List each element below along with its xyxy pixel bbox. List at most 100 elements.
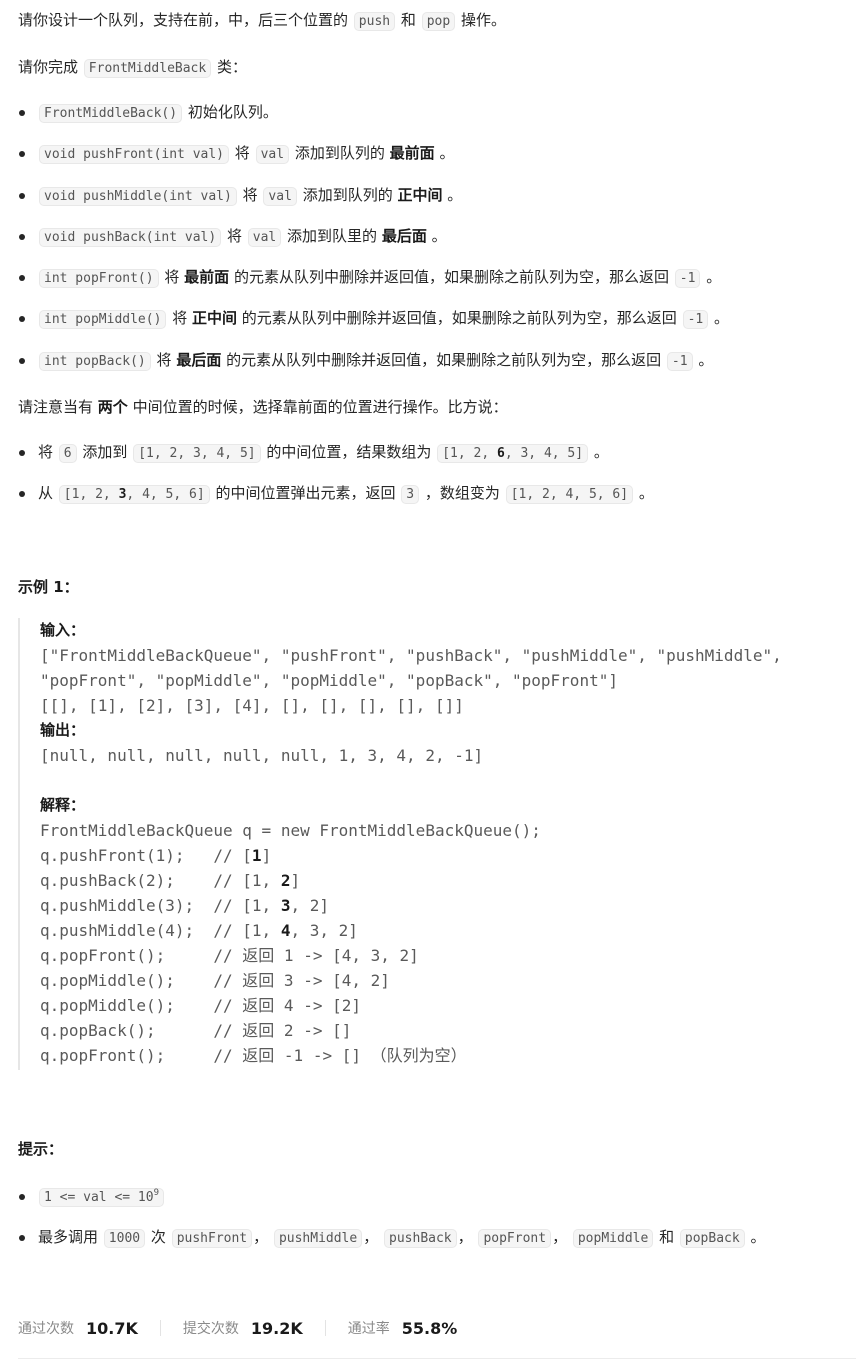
list-item: 最多调用 1000 次 pushFront， pushMiddle， pushB… — [18, 1225, 765, 1266]
list-item: 从 [1, 2, 3, 4, 5, 6] 的中间位置弹出元素，返回 3 ，数组变… — [18, 481, 654, 522]
explain-line: q.pushBack(2); // [1, 2] — [40, 868, 856, 893]
explain-line: q.popFront(); // 返回 -1 -> [] （队列为空） — [40, 1043, 856, 1068]
code-part: q.pushFront(1); // [ — [40, 846, 252, 865]
bold-text: 两个 — [97, 398, 128, 416]
explain-line: q.popMiddle(); // 返回 4 -> [2] — [40, 993, 856, 1018]
code-part: q.popMiddle(); // 返回 3 -> [4, 2] — [40, 971, 390, 990]
method-list: FrontMiddleBack() 初始化队列。 void pushFront(… — [18, 100, 729, 389]
code-part: q.popBack(); // 返回 2 -> [] — [40, 1021, 352, 1040]
list-item: void pushBack(int val) 将 val 添加到队里的 最后面 … — [18, 224, 729, 265]
method-desc: 初始化队列。 — [187, 103, 278, 121]
intro-text: 操作。 — [460, 11, 506, 29]
explain-line: FrontMiddleBackQueue q = new FrontMiddle… — [40, 818, 856, 843]
hint-text: 和 — [659, 1228, 675, 1247]
inline-code: popFront — [478, 1229, 552, 1249]
hint-text: ， — [457, 1228, 473, 1247]
stats-bar: 通过次数 10.7K 提交次数 19.2K 通过率 55.8% — [18, 1318, 457, 1338]
inline-code: int popBack() — [39, 351, 151, 371]
example-text: 添加到 — [82, 443, 128, 461]
method-text: 将 — [242, 185, 258, 204]
list-item: 1 <= val <= 109 — [18, 1184, 765, 1225]
method-text: 添加到队列的 — [294, 144, 385, 163]
accepted-value: 10.7K — [86, 1318, 138, 1338]
inline-code: pop — [421, 12, 456, 31]
code-part: q.pushMiddle(4); // [1, — [40, 921, 281, 940]
inline-code: -1 — [674, 269, 701, 289]
inline-code: pushFront — [171, 1229, 253, 1249]
explain-label: 解释： — [40, 796, 86, 814]
inline-code: int popMiddle() — [39, 310, 167, 330]
code-part: q.pushBack(2); // [1, — [40, 871, 281, 890]
explain-line: q.pushFront(1); // [1] — [40, 843, 856, 868]
example-text: 。 — [638, 484, 654, 503]
bold-code: 1 — [251, 846, 262, 865]
inline-code: 1 <= val <= 109 — [39, 1188, 164, 1207]
inline-code: FrontMiddleBack — [83, 59, 212, 78]
list-item: FrontMiddleBack() 初始化队列。 — [18, 100, 729, 141]
input-line: ["FrontMiddleBackQueue", "pushFront", "p… — [40, 646, 782, 665]
inline-code: int popFront() — [39, 269, 159, 289]
inline-code: void pushFront(int val) — [39, 145, 230, 165]
bold-text: 最前面 — [184, 268, 230, 287]
acceptance-rate-value: 55.8% — [401, 1318, 458, 1338]
inline-code: void pushMiddle(int val) — [39, 186, 237, 206]
method-text: 。 — [447, 185, 463, 204]
intro-paragraph: 请你设计一个队列，支持在前，中，后三个位置的 push 和 pop 操作。 — [18, 8, 506, 34]
inline-code: 6 — [58, 444, 77, 463]
input-label: 输入： — [40, 621, 86, 639]
accepted-label: 通过次数 — [18, 1321, 74, 1337]
bold-text: 正中间 — [397, 185, 443, 204]
method-text: 。 — [439, 144, 455, 163]
code-part: q.popFront(); // 返回 -1 -> [] （队列为空） — [40, 1046, 467, 1065]
method-text: 将 — [226, 226, 242, 245]
bold-code: 6 — [496, 446, 505, 461]
hint-text: ， — [363, 1228, 379, 1247]
output-line: [null, null, null, null, null, 1, 3, 4, … — [40, 746, 484, 765]
class-text: 请你完成 — [18, 58, 79, 76]
method-text: 添加到队里的 — [287, 226, 378, 245]
hint-text: 最多调用 — [38, 1228, 99, 1247]
code-part: , 4, 5, 6] — [126, 487, 205, 503]
list-item: void pushFront(int val) 将 val 添加到队列的 最前面… — [18, 141, 729, 182]
bold-text: 最后面 — [176, 350, 222, 369]
inline-code: [1, 2, 4, 5, 6] — [505, 485, 634, 505]
inline-code: [1, 2, 6, 3, 4, 5] — [437, 444, 589, 463]
inline-code: push — [353, 12, 396, 31]
explain-line: q.popFront(); // 返回 1 -> [4, 3, 2] — [40, 943, 856, 968]
list-item: 将 6 添加到 [1, 2, 3, 4, 5] 的中间位置，结果数组为 [1, … — [18, 440, 654, 481]
method-text: 。 — [698, 350, 714, 369]
divider — [18, 1358, 856, 1359]
list-item: int popMiddle() 将 正中间 的元素从队列中删除并返回值，如果删除… — [18, 306, 729, 347]
method-text: 将 — [172, 309, 188, 328]
code-part: q.popFront(); // 返回 1 -> [4, 3, 2] — [40, 946, 419, 965]
superscript: 9 — [153, 1188, 159, 1198]
intro-text: 请你设计一个队列，支持在前，中，后三个位置的 — [18, 11, 349, 29]
inline-code: [1, 2, 3, 4, 5] — [133, 444, 261, 463]
code-part: [1, 2, — [63, 487, 119, 503]
explain-line: q.pushMiddle(4); // [1, 4, 3, 2] — [40, 918, 856, 943]
bold-text: 最后面 — [381, 226, 427, 245]
class-paragraph: 请你完成 FrontMiddleBack 类： — [18, 55, 247, 81]
inline-code: pushMiddle — [273, 1229, 363, 1249]
method-text: 将 — [234, 144, 250, 163]
inline-code: popMiddle — [572, 1229, 654, 1249]
inline-code: [1, 2, 3, 4, 5, 6] — [58, 485, 210, 505]
inline-code: val — [247, 227, 282, 247]
code-part: , 2] — [290, 896, 329, 915]
method-text: 将 — [164, 268, 180, 287]
hint-text: 次 — [150, 1228, 166, 1247]
bold-text: 正中间 — [191, 309, 237, 328]
example-heading: 示例 1： — [18, 578, 79, 596]
divider — [159, 1320, 161, 1336]
inline-code: -1 — [682, 310, 709, 330]
hint-text: 。 — [750, 1228, 766, 1247]
explain-line: q.pushMiddle(3); // [1, 3, 2] — [40, 893, 856, 918]
example-text: 的中间位置，结果数组为 — [266, 443, 432, 461]
code-part: ] — [261, 846, 272, 865]
code-part: , 3, 2] — [290, 921, 358, 940]
method-text: 的元素从队列中删除并返回值，如果删除之前队列为空，那么返回 — [226, 350, 662, 369]
intro-text: 和 — [400, 11, 416, 29]
example-text: 的中间位置弹出元素，返回 — [215, 484, 396, 503]
inline-code: 1000 — [103, 1229, 146, 1249]
